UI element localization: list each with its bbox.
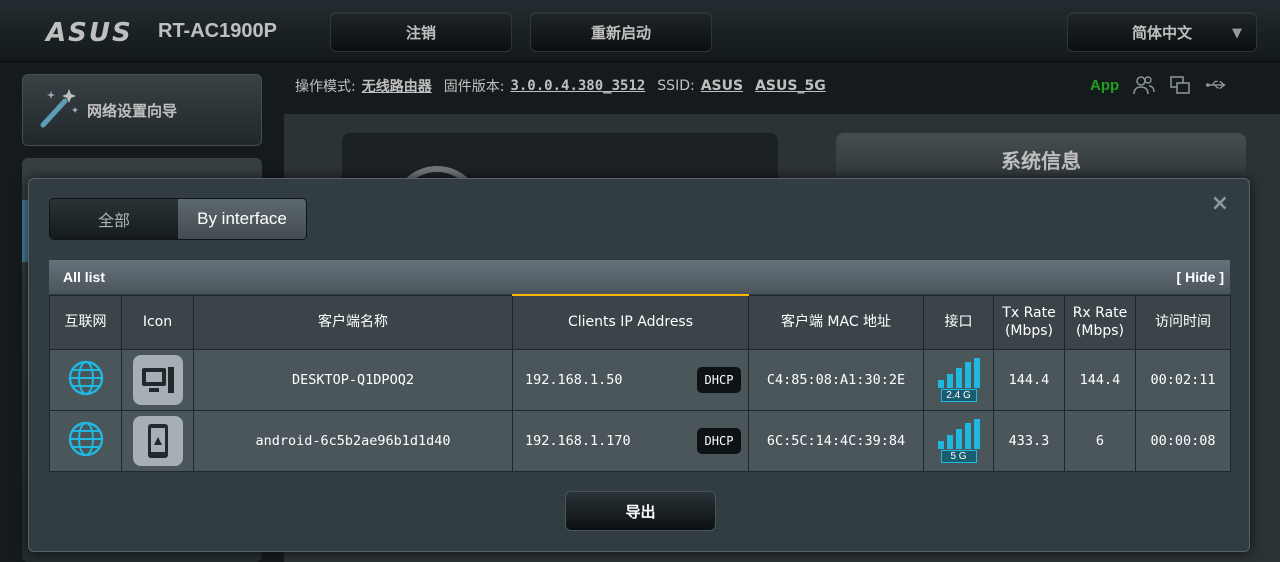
internet-cell[interactable] <box>49 348 122 411</box>
ip-cell: 192.168.1.50 DHCP <box>512 348 749 411</box>
device-icon-cell[interactable] <box>121 409 194 472</box>
access-time: 00:02:11 <box>1135 348 1231 411</box>
rx-rate: 6 <box>1064 409 1136 472</box>
ip-address: 192.168.1.170 <box>525 432 631 449</box>
desktop-icon <box>132 354 183 405</box>
clients-table: 互联网 Icon 客户端名称 Clients IP Address 客户端 MA… <box>49 294 1231 472</box>
export-button[interactable]: 导出 <box>565 491 716 531</box>
col-ip-address[interactable]: Clients IP Address <box>512 294 749 350</box>
tx-rate: 144.4 <box>993 348 1065 411</box>
col-rx-rate[interactable]: Rx Rate (Mbps) <box>1064 294 1136 350</box>
col-mac-address[interactable]: 客户端 MAC 地址 <box>748 294 924 350</box>
tab-by-interface[interactable]: By interface <box>178 199 306 239</box>
col-icon[interactable]: Icon <box>121 294 194 350</box>
client-name[interactable]: DESKTOP-Q1DPOQ2 <box>193 348 513 411</box>
mac-address: 6C:5C:14:4C:39:84 <box>748 409 924 472</box>
client-name[interactable]: android-6c5b2ae96b1d1d40 <box>193 409 513 472</box>
wifi-signal-icon: 2.4 G <box>937 357 981 402</box>
access-time: 00:00:08 <box>1135 409 1231 472</box>
dhcp-badge: DHCP <box>697 427 741 454</box>
band-label: 5 G <box>940 449 977 463</box>
ip-cell: 192.168.1.170 DHCP <box>512 409 749 472</box>
col-access-time[interactable]: 访问时间 <box>1135 294 1231 350</box>
interface-cell: 5 G <box>923 409 994 472</box>
table-row: DESKTOP-Q1DPOQ2 192.168.1.50 DHCP C4:85:… <box>49 348 1231 411</box>
col-tx-rate[interactable]: Tx Rate (Mbps) <box>993 294 1065 350</box>
col-internet[interactable]: 互联网 <box>49 294 122 350</box>
ip-address: 192.168.1.50 <box>525 371 623 388</box>
band-label: 2.4 G <box>940 388 977 402</box>
col-interface[interactable]: 接口 <box>923 294 994 350</box>
device-icon-cell[interactable] <box>121 348 194 411</box>
close-icon[interactable]: × <box>1211 191 1229 216</box>
rx-rate: 144.4 <box>1064 348 1136 411</box>
globe-icon <box>68 360 103 395</box>
tx-rate: 433.3 <box>993 409 1065 472</box>
view-toggle: 全部 By interface <box>49 198 307 240</box>
col-client-name[interactable]: 客户端名称 <box>193 294 513 350</box>
hide-link[interactable]: [ Hide ] <box>1177 269 1224 285</box>
client-list-modal: × 全部 By interface All list [ Hide ] 互联网 … <box>28 178 1250 552</box>
mac-address: C4:85:08:A1:30:2E <box>748 348 924 411</box>
tab-all[interactable]: 全部 <box>50 199 178 239</box>
phone-icon <box>132 415 183 466</box>
list-title: All list <box>63 269 106 285</box>
wifi-signal-icon: 5 G <box>937 418 981 463</box>
internet-cell[interactable] <box>49 409 122 472</box>
dhcp-badge: DHCP <box>697 366 741 393</box>
globe-icon <box>68 421 103 456</box>
interface-cell: 2.4 G <box>923 348 994 411</box>
table-row: android-6c5b2ae96b1d1d40 192.168.1.170 D… <box>49 409 1231 472</box>
list-header: All list [ Hide ] <box>49 260 1230 294</box>
